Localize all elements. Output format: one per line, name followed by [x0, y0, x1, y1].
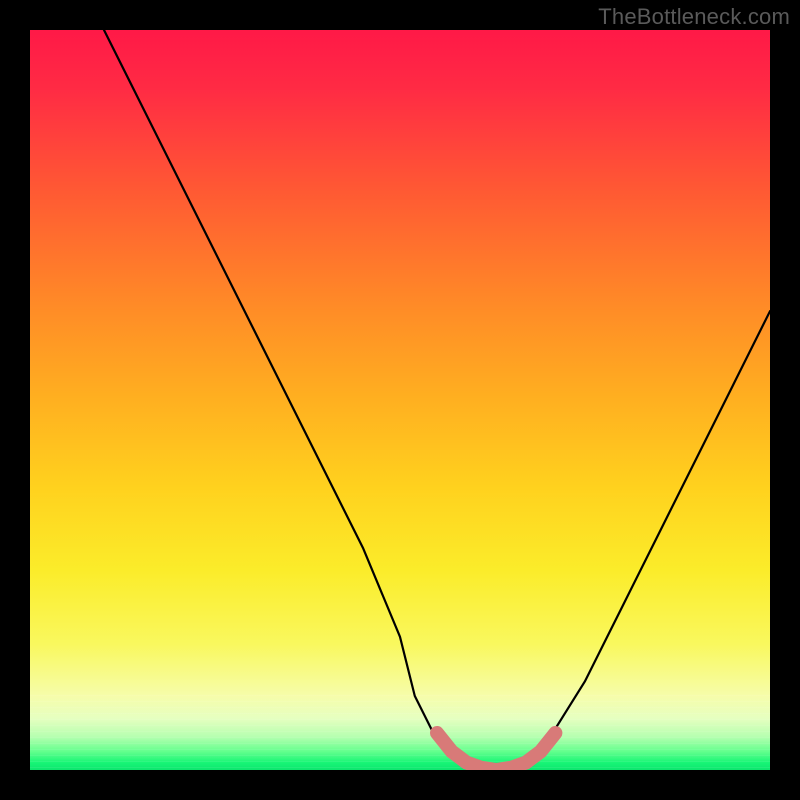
bottleneck-curve [104, 30, 770, 770]
curve-svg [30, 30, 770, 770]
chart-frame: TheBottleneck.com [0, 0, 800, 800]
optimal-zone-highlight [437, 733, 555, 770]
plot-area [30, 30, 770, 770]
watermark-text: TheBottleneck.com [598, 4, 790, 30]
